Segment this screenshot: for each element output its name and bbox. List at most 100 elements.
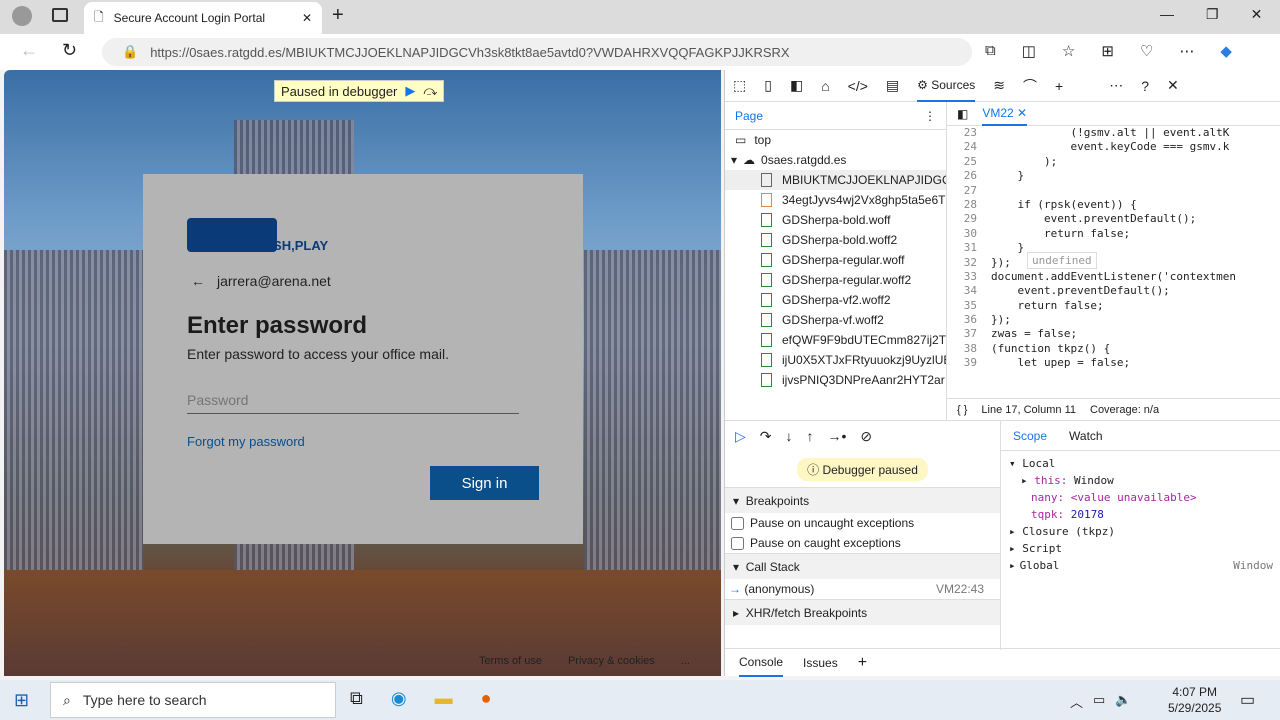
- file-item[interactable]: MBIUKTMCJJOEKLNAPJIDGCV: [725, 170, 946, 190]
- back-icon[interactable]: ←: [20, 40, 38, 61]
- building: [4, 250, 144, 610]
- privacy-link[interactable]: Privacy & cookies: [568, 655, 655, 667]
- code-editor[interactable]: 23 (!gsmv.alt || event.altK 24 event.keyC…: [947, 126, 1267, 376]
- refresh-icon[interactable]: ↻: [62, 40, 77, 61]
- file-tab-vm22[interactable]: VM22 ✕: [982, 102, 1028, 126]
- taskbar-search[interactable]: ⌕ Type here to search: [50, 682, 336, 718]
- console-icon[interactable]: ▤: [886, 77, 899, 94]
- collections-icon[interactable]: ⊞: [1101, 42, 1114, 60]
- performance-icon[interactable]: ♡: [1140, 42, 1153, 60]
- file-explorer-icon[interactable]: ▬: [435, 688, 453, 709]
- call-stack-section[interactable]: ▾ Call Stack: [725, 553, 1000, 579]
- frame-icon: ▭: [735, 133, 747, 147]
- sign-in-button[interactable]: Sign in: [430, 466, 539, 500]
- tab-issues[interactable]: Issues: [803, 656, 838, 670]
- password-input[interactable]: [187, 386, 519, 414]
- lock-icon: 🔒: [122, 44, 139, 59]
- notifications-icon[interactable]: ▭: [1240, 690, 1255, 710]
- code-line: 28 if (rpsk(event)) {: [963, 197, 1137, 211]
- breakpoints-section[interactable]: ▾ Breakpoints: [725, 487, 1000, 513]
- code-line: 27: [963, 183, 977, 197]
- home-icon[interactable]: ⌂: [821, 78, 829, 94]
- inspect-icon[interactable]: ⬚: [733, 77, 746, 94]
- maximize-icon[interactable]: ❐: [1206, 6, 1219, 23]
- firefox-icon[interactable]: ●: [481, 688, 492, 709]
- close-devtools-icon[interactable]: ✕: [1167, 77, 1179, 94]
- performance-icon[interactable]: ⌒: [1023, 76, 1037, 96]
- toggle-navigator-icon[interactable]: ◧: [957, 107, 968, 121]
- pause-caught-checkbox[interactable]: [731, 536, 744, 550]
- forgot-password-link[interactable]: Forgot my password: [187, 434, 305, 449]
- file-item[interactable]: GDSherpa-vf2.woff2: [725, 290, 946, 310]
- start-icon[interactable]: ⊞: [14, 690, 29, 711]
- tab-sources[interactable]: ⚙ Sources: [917, 70, 976, 102]
- resume-icon[interactable]: ▷: [735, 428, 746, 445]
- network-icon[interactable]: ≋: [993, 77, 1005, 94]
- more-icon[interactable]: ⋮: [924, 109, 936, 123]
- favorites-icon[interactable]: ☆: [1062, 42, 1075, 60]
- step-out-icon[interactable]: ↑: [807, 428, 814, 444]
- file-item[interactable]: GDSherpa-regular.woff: [725, 250, 946, 270]
- step-over-icon[interactable]: ↷: [760, 428, 772, 445]
- file-icon: [761, 373, 772, 387]
- back-arrow-icon[interactable]: ←: [191, 273, 205, 289]
- terms-link[interactable]: Terms of use: [479, 655, 542, 667]
- code-line: 34 event.preventDefault();: [963, 284, 1170, 298]
- tab-actions-icon[interactable]: [52, 8, 68, 22]
- minimize-icon[interactable]: —: [1160, 6, 1174, 23]
- dock-icon[interactable]: ◧: [790, 77, 803, 94]
- device-icon[interactable]: ▯: [764, 77, 772, 94]
- new-tab-button[interactable]: +: [332, 4, 344, 27]
- add-tab-icon[interactable]: +: [858, 654, 867, 672]
- scope-global[interactable]: ▸ Global Window: [1009, 557, 1273, 574]
- pause-uncaught-checkbox[interactable]: [731, 516, 744, 530]
- edge-icon[interactable]: ◉: [391, 688, 407, 709]
- tab-watch[interactable]: Watch: [1069, 429, 1103, 443]
- url-input[interactable]: 🔒 https://0saes.ratgdd.es/MBIUKTMCJJOEKLN…: [102, 38, 972, 66]
- step-into-icon[interactable]: ↓: [786, 428, 793, 444]
- split-icon[interactable]: ◫: [1022, 42, 1036, 60]
- expand-icon[interactable]: ▾: [731, 153, 737, 167]
- scope-local[interactable]: ▾ Local: [1009, 455, 1273, 472]
- scope-script[interactable]: ▸ Script: [1009, 540, 1273, 557]
- show-hidden-icons[interactable]: ︿: [1070, 692, 1083, 711]
- task-view-icon[interactable]: ⧉: [350, 688, 363, 709]
- browser-tab[interactable]: 🗋 Secure Account Login Portal ✕: [84, 2, 322, 34]
- step-over-icon[interactable]: ⤼: [423, 83, 437, 99]
- elements-icon[interactable]: </>: [848, 78, 868, 94]
- volume-icon[interactable]: 🔈: [1115, 692, 1131, 711]
- close-window-icon[interactable]: ✕: [1251, 6, 1263, 23]
- file-item[interactable]: GDSherpa-bold.woff2: [725, 230, 946, 250]
- tab-console[interactable]: Console: [739, 649, 784, 677]
- page-icon: 🗋: [94, 9, 104, 24]
- call-frame[interactable]: → (anonymous) VM22:43: [725, 579, 1000, 599]
- file-item[interactable]: ijU0X5XTJxFRtyuuokzj9UyzlUE: [725, 350, 946, 370]
- more-tabs-icon[interactable]: +: [1055, 78, 1063, 94]
- more-icon[interactable]: ⋯: [1109, 77, 1123, 94]
- step-icon[interactable]: →•: [828, 428, 847, 444]
- profile-avatar[interactable]: [12, 6, 32, 26]
- pretty-print-icon[interactable]: { }: [957, 404, 967, 416]
- extensions-icon[interactable]: ⧉: [985, 42, 996, 60]
- xhr-breakpoints-section[interactable]: ▸ XHR/fetch Breakpoints: [725, 599, 1000, 625]
- resume-icon[interactable]: ▶: [405, 83, 415, 99]
- menu-icon[interactable]: ⋯: [1179, 42, 1194, 60]
- tab-scope[interactable]: Scope: [1013, 429, 1047, 443]
- deactivate-breakpoints-icon[interactable]: ⊘: [860, 428, 872, 445]
- tab-page[interactable]: Page: [735, 109, 763, 123]
- file-item[interactable]: efQWF9F9bdUTECmm827ij2T: [725, 330, 946, 350]
- code-line: 38 (function tkpz() {: [963, 341, 1111, 355]
- file-item[interactable]: GDSherpa-bold.woff: [725, 210, 946, 230]
- scope-closure[interactable]: ▸ Closure (tkpz): [1009, 523, 1273, 540]
- file-icon: [761, 293, 772, 307]
- help-icon[interactable]: ?: [1141, 78, 1149, 94]
- close-tab-icon[interactable]: ✕: [302, 11, 312, 25]
- file-item[interactable]: 34egtJyvs4wj2Vx8ghp5ta5e6T: [725, 190, 946, 210]
- more-link[interactable]: ...: [681, 655, 690, 667]
- file-item[interactable]: ijvsPNIQ3DNPreAanr2HYT2ar: [725, 370, 946, 390]
- file-item[interactable]: GDSherpa-regular.woff2: [725, 270, 946, 290]
- copilot-icon[interactable]: ◆: [1220, 42, 1232, 60]
- network-tray-icon[interactable]: ▭: [1093, 692, 1105, 711]
- file-icon: [761, 193, 772, 207]
- file-item[interactable]: GDSherpa-vf.woff2: [725, 310, 946, 330]
